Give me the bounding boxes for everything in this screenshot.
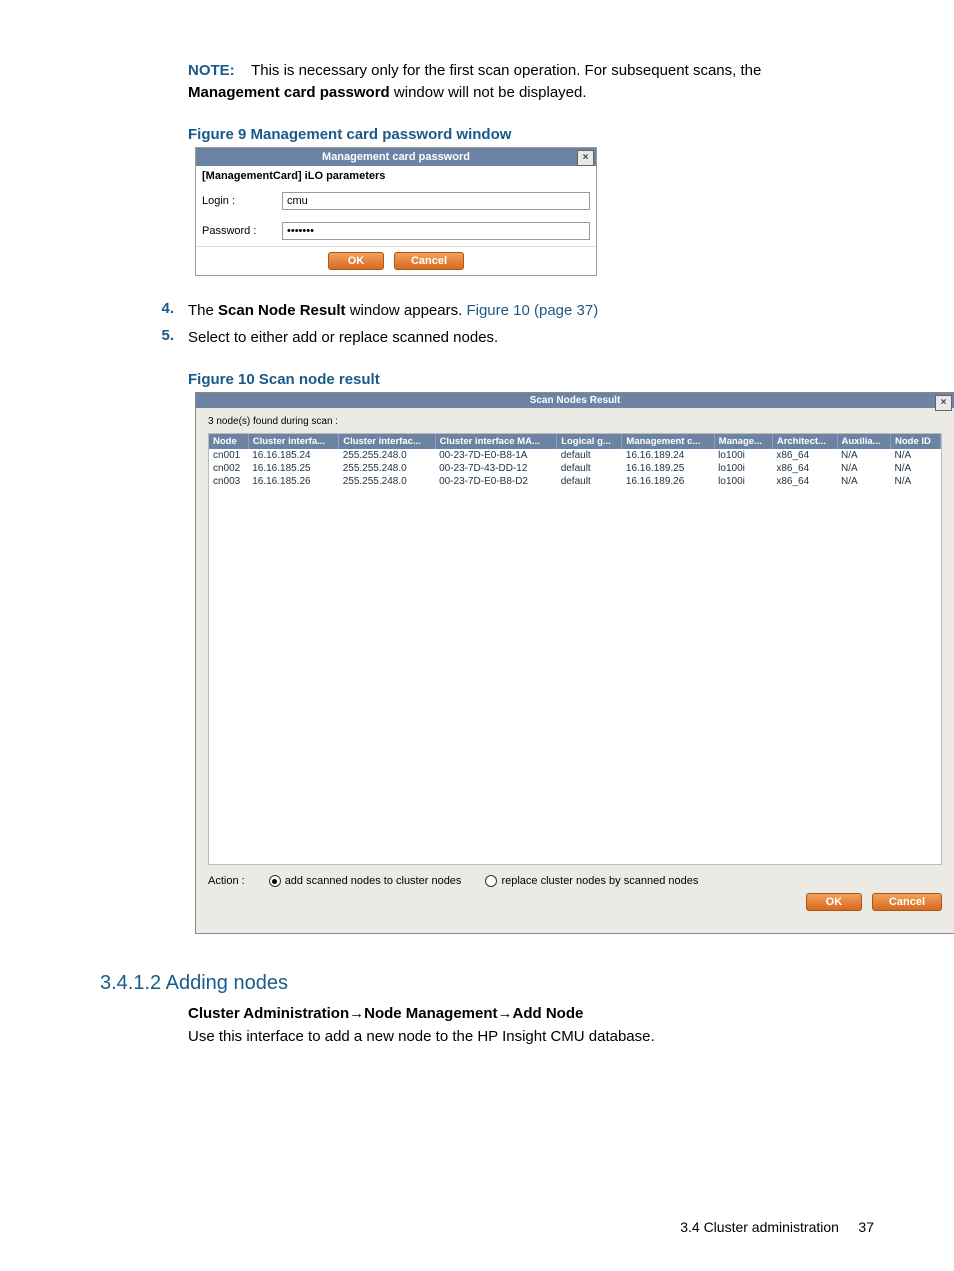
cell: default (557, 475, 622, 488)
cell: 16.16.189.25 (622, 462, 714, 475)
footer-page: 37 (858, 1219, 874, 1235)
cell: x86_64 (772, 475, 837, 488)
step4-pre: The (188, 302, 218, 319)
cell: N/A (837, 475, 890, 488)
step4-link[interactable]: Figure 10 (page 37) (466, 302, 598, 319)
col-cluster-interface-ip[interactable]: Cluster interfa... (248, 434, 338, 449)
cell: N/A (890, 475, 940, 488)
cell: N/A (890, 449, 940, 462)
section-para: Use this interface to add a new node to … (188, 1028, 874, 1045)
col-cluster-interface-mac[interactable]: Cluster interface MA... (435, 434, 557, 449)
cell: lo100i (714, 475, 772, 488)
password-input[interactable]: ••••••• (282, 222, 590, 240)
login-input[interactable]: cmu (282, 192, 590, 210)
footer-section: 3.4 Cluster administration (680, 1219, 839, 1235)
col-manage[interactable]: Manage... (714, 434, 772, 449)
step4-number: 4. (140, 300, 174, 322)
cell: N/A (837, 449, 890, 462)
note-block: NOTE: This is necessary only for the fir… (188, 60, 864, 104)
cancel-button[interactable]: Cancel (394, 252, 464, 270)
radio-replace-label: replace cluster nodes by scanned nodes (501, 875, 698, 887)
cell: cn001 (209, 449, 248, 462)
col-logical-group[interactable]: Logical g... (557, 434, 622, 449)
note-line2-bold: Management card password (188, 84, 390, 101)
step5-number: 5. (140, 327, 174, 349)
note-line2-rest: window will not be displayed. (390, 84, 587, 101)
cell: 00-23-7D-E0-B8-D2 (435, 475, 557, 488)
cell: x86_64 (772, 449, 837, 462)
col-node-id[interactable]: Node ID (890, 434, 940, 449)
col-architecture[interactable]: Architect... (772, 434, 837, 449)
figure9-dialog: Management card password × [ManagementCa… (195, 147, 597, 276)
action-label: Action : (208, 875, 245, 887)
close-icon[interactable]: × (577, 150, 594, 166)
password-label: Password : (202, 225, 282, 237)
figure10-window: Scan Nodes Result × 3 node(s) found duri… (195, 392, 954, 934)
figure9-title-text: Management card password (322, 151, 470, 163)
col-management-card[interactable]: Management c... (622, 434, 714, 449)
figure10-title-text: Scan Nodes Result (530, 395, 621, 406)
cell: cn002 (209, 462, 248, 475)
crumb1: Cluster Administration (188, 1005, 349, 1022)
cell: N/A (890, 462, 940, 475)
radio-icon (485, 875, 497, 887)
ok-button[interactable]: OK (328, 252, 384, 270)
col-auxiliary[interactable]: Auxilia... (837, 434, 890, 449)
note-line1: This is necessary only for the first sca… (251, 62, 761, 79)
crumb3: Add Node (513, 1005, 584, 1022)
cell: x86_64 (772, 462, 837, 475)
figure9-subtitle: [ManagementCard] iLO parameters (196, 166, 596, 186)
cell: lo100i (714, 462, 772, 475)
figure10-caption: Figure 10 Scan node result (188, 371, 874, 388)
cell: 255.255.248.0 (339, 449, 435, 462)
cancel-button[interactable]: Cancel (872, 893, 942, 911)
step5-text: Select to either add or replace scanned … (188, 327, 874, 349)
figure10-table: Node Cluster interfa... Cluster interfac… (208, 433, 942, 865)
figure10-titlebar[interactable]: Scan Nodes Result × (196, 393, 954, 408)
cell: cn003 (209, 475, 248, 488)
cell: lo100i (714, 449, 772, 462)
figure9-titlebar[interactable]: Management card password × (196, 148, 596, 166)
sep2: → (498, 1005, 513, 1022)
radio-icon (269, 875, 281, 887)
table-row[interactable]: cn001 16.16.185.24 255.255.248.0 00-23-7… (209, 449, 941, 462)
step4-bold: Scan Node Result (218, 302, 346, 319)
cell: 16.16.189.26 (622, 475, 714, 488)
cell: 00-23-7D-43-DD-12 (435, 462, 557, 475)
close-icon[interactable]: × (935, 395, 952, 411)
radio-add-scanned[interactable]: add scanned nodes to cluster nodes (269, 875, 462, 887)
col-cluster-interface-mask[interactable]: Cluster interfac... (339, 434, 435, 449)
figure9-caption: Figure 9 Management card password window (188, 126, 874, 143)
table-header-row: Node Cluster interfa... Cluster interfac… (209, 434, 941, 449)
radio-replace-scanned[interactable]: replace cluster nodes by scanned nodes (485, 875, 698, 887)
cell: 16.16.189.24 (622, 449, 714, 462)
cell: 00-23-7D-E0-B8-1A (435, 449, 557, 462)
cell: default (557, 462, 622, 475)
cell: 255.255.248.0 (339, 462, 435, 475)
step4-mid: window appears. (346, 302, 467, 319)
login-label: Login : (202, 195, 282, 207)
sep1: → (349, 1005, 364, 1022)
ok-button[interactable]: OK (806, 893, 862, 911)
section-heading: 3.4.1.2 Adding nodes (100, 972, 874, 995)
table-row[interactable]: cn003 16.16.185.26 255.255.248.0 00-23-7… (209, 475, 941, 488)
breadcrumb: Cluster Administration→Node Management→A… (188, 1005, 874, 1022)
cell: N/A (837, 462, 890, 475)
figure10-status: 3 node(s) found during scan : (196, 408, 954, 431)
cell: 16.16.185.25 (248, 462, 338, 475)
col-node[interactable]: Node (209, 434, 248, 449)
cell: 16.16.185.24 (248, 449, 338, 462)
radio-add-label: add scanned nodes to cluster nodes (285, 875, 462, 887)
cell: 16.16.185.26 (248, 475, 338, 488)
crumb2: Node Management (364, 1005, 497, 1022)
page-footer: 3.4 Cluster administration 37 (680, 1219, 874, 1235)
cell: 255.255.248.0 (339, 475, 435, 488)
cell: default (557, 449, 622, 462)
note-label: NOTE: (188, 62, 235, 79)
table-row[interactable]: cn002 16.16.185.25 255.255.248.0 00-23-7… (209, 462, 941, 475)
